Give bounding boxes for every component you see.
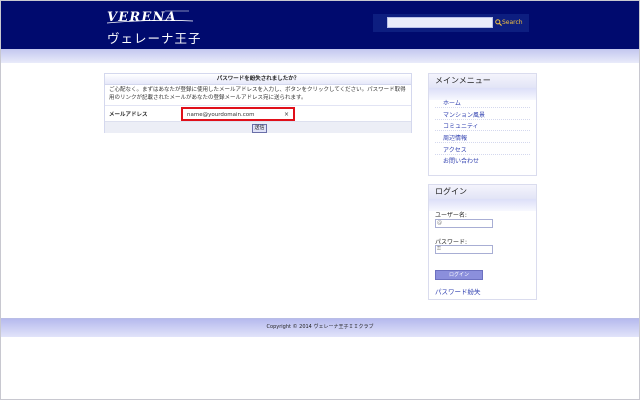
login-panel: ログイン ユーザー名: @ パスワード: ⚿ ログイン パスワード紛失 (428, 184, 537, 300)
main-menu-title: メインメニュー (429, 74, 536, 88)
lost-password-panel: パスワードを紛失されましたか？ ご心配なく。まずはあなたが登録に使用したメールア… (104, 73, 412, 133)
submit-row: 送信 (105, 121, 411, 133)
search-button[interactable]: Search (495, 17, 523, 29)
submit-button[interactable]: 送信 (252, 124, 267, 133)
footer-copyright: Copyright © 2014 ヴェレーナ王子ＩＩクラブ (266, 324, 374, 330)
menu-divider (435, 107, 530, 108)
menu-item-access[interactable]: アクセス (443, 145, 467, 154)
email-row: メールアドレス × (105, 105, 411, 122)
search-button-label: Search (502, 19, 523, 26)
username-label: ユーザー名: (435, 212, 467, 219)
search-bar: Search (373, 14, 529, 32)
key-icon: ⚿ (437, 246, 441, 252)
logo-wordmark: VERENA (106, 10, 194, 25)
menu-item-neighborhood[interactable]: 周辺情報 (443, 133, 467, 142)
clear-icon[interactable]: × (284, 111, 289, 118)
panel-description: ご心配なく。まずはあなたが登録に使用したメールアドレスを入力し、ボタンをクリック… (109, 87, 406, 101)
menu-divider (435, 142, 530, 143)
site-footer: Copyright © 2014 ヴェレーナ王子ＩＩクラブ (1, 319, 639, 337)
menu-item-mansion[interactable]: マンション風景 (443, 110, 485, 119)
email-label: メールアドレス (109, 112, 148, 118)
email-field-wrapper: × (181, 107, 295, 121)
menu-item-community[interactable]: コミュニティ (443, 121, 479, 130)
password-input[interactable]: ⚿ (435, 245, 493, 254)
site-header: VERENA ヴェレーナ王子 Search (1, 1, 639, 49)
menu-item-contact[interactable]: お問い合わせ (443, 156, 479, 165)
header-subbar (1, 49, 639, 63)
user-icon: @ (437, 220, 442, 226)
menu-divider (435, 130, 530, 131)
menu-divider (435, 154, 530, 155)
svg-text:VERENA: VERENA (107, 10, 177, 25)
menu-item-home[interactable]: ホーム (443, 98, 461, 107)
login-button[interactable]: ログイン (435, 270, 483, 280)
login-title: ログイン (429, 185, 536, 199)
lost-password-link[interactable]: パスワード紛失 (435, 286, 481, 296)
logo-subtitle: ヴェレーナ王子 (107, 31, 202, 46)
panel-title: パスワードを紛失されましたか？ (105, 74, 411, 85)
username-input[interactable]: @ (435, 219, 493, 228)
search-input[interactable] (387, 17, 493, 28)
email-field[interactable] (187, 111, 283, 118)
menu-divider (435, 119, 530, 120)
main-menu-panel: メインメニュー ホーム マンション風景 コミュニティ 周辺情報 アクセス お問い… (428, 73, 537, 176)
site-logo[interactable]: VERENA ヴェレーナ王子 (105, 9, 201, 46)
search-icon (495, 19, 502, 26)
